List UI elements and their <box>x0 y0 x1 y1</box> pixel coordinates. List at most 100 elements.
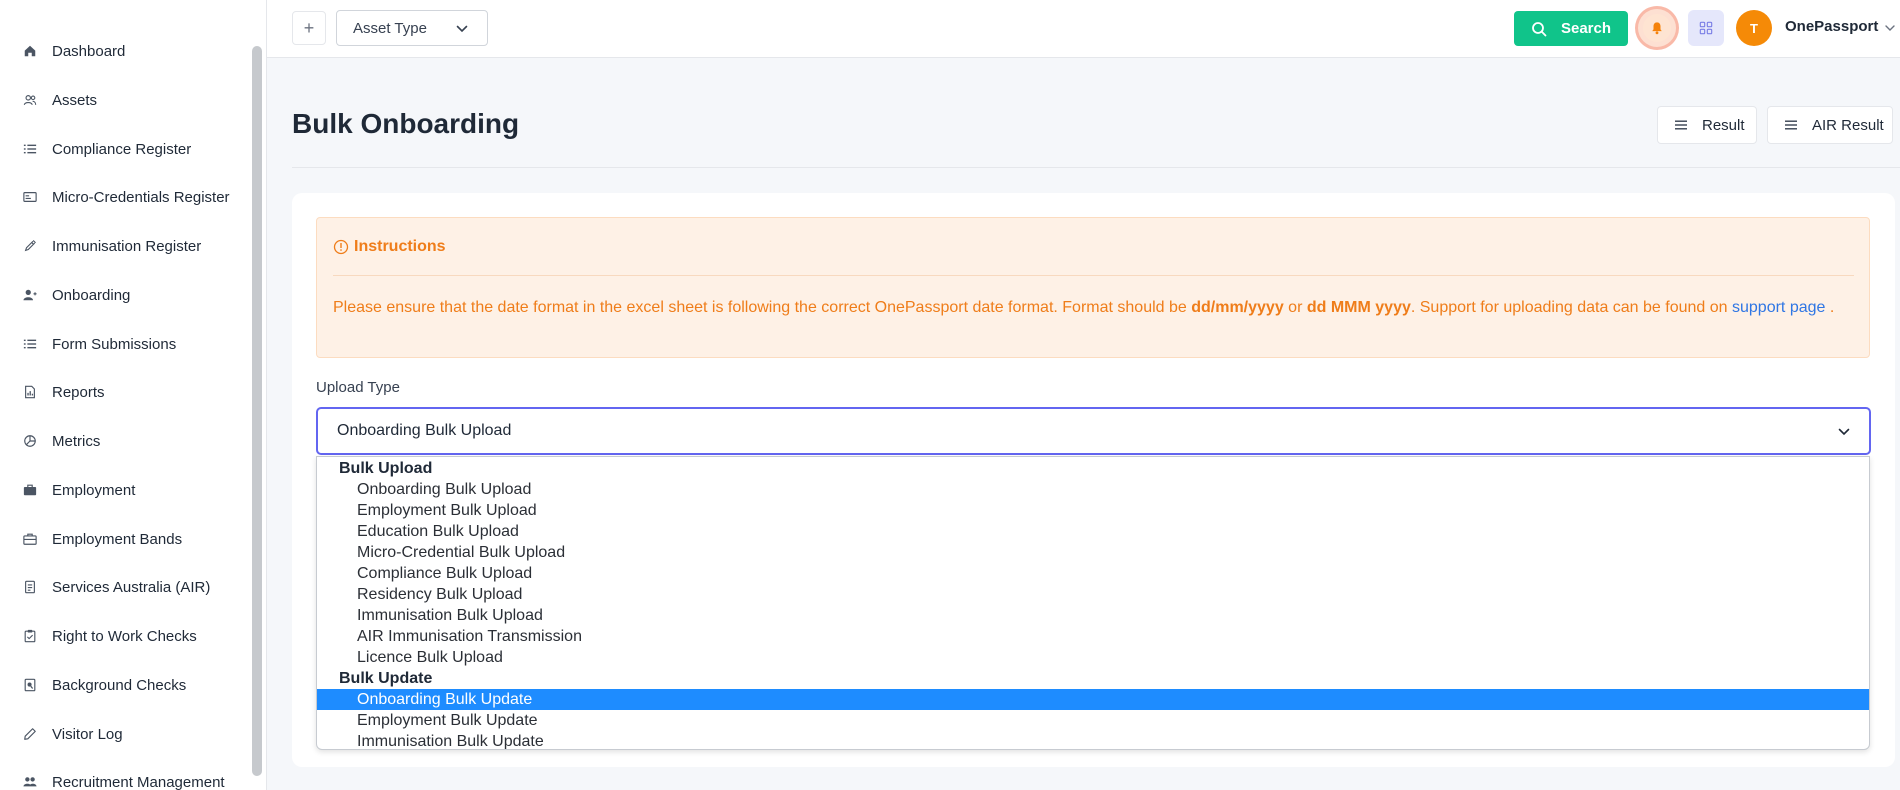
sidebar-scrollbar[interactable] <box>252 46 262 776</box>
home-icon <box>22 43 38 59</box>
instructions-text: Please ensure that the date format in th… <box>333 294 1863 321</box>
instructions-text-part: Please ensure that the date format in th… <box>333 299 1192 316</box>
option-micro-credential-bulk-upload[interactable]: Micro-Credential Bulk Upload <box>317 542 1869 563</box>
upload-type-select[interactable]: Onboarding Bulk Upload <box>316 407 1871 455</box>
sidebar-item-immunisation-register[interactable]: Immunisation Register <box>0 226 255 266</box>
sidebar-item-form-submissions[interactable]: Form Submissions <box>0 324 255 364</box>
sidebar-item-label: Form Submissions <box>52 335 177 353</box>
sidebar-item-label: Services Australia (AIR) <box>52 578 211 596</box>
header-divider <box>292 167 1900 168</box>
option-immunisation-bulk-update[interactable]: Immunisation Bulk Update <box>317 731 1869 749</box>
sidebar-item-label: Onboarding <box>52 286 131 304</box>
optgroup-bulk-update: Bulk Update <box>339 670 433 687</box>
instructions-text-part: . Support for uploading data can be foun… <box>1410 299 1732 316</box>
option-compliance-bulk-upload[interactable]: Compliance Bulk Upload <box>317 563 1869 584</box>
instructions-text-part: or <box>1283 299 1307 316</box>
date-format-2: dd MMM yyyy <box>1306 299 1411 316</box>
search-icon <box>1532 21 1547 36</box>
support-page-link[interactable]: support page <box>1732 299 1825 316</box>
sidebar-item-reports[interactable]: Reports <box>0 372 255 412</box>
user-plus-icon <box>22 287 38 303</box>
sidebar-item-compliance-register[interactable]: Compliance Register <box>0 129 255 169</box>
air-result-button-label: AIR Result <box>1812 116 1884 134</box>
topbar: + Asset Type Search T OnePassport <box>267 0 1900 58</box>
option-employment-bulk-upload[interactable]: Employment Bulk Upload <box>317 500 1869 521</box>
sidebar-item-employment-bands[interactable]: Employment Bands <box>0 519 255 559</box>
instructions-text-part: . <box>1825 299 1835 316</box>
chevron-down-icon[interactable] <box>1884 22 1896 34</box>
sidebar-item-onboarding[interactable]: Onboarding <box>0 275 255 315</box>
pencil-icon <box>22 726 38 742</box>
sidebar-item-label: Right to Work Checks <box>52 627 197 645</box>
apps-grid-button[interactable] <box>1688 10 1724 46</box>
clipboard-check-icon <box>22 628 38 644</box>
briefcase-outline-icon <box>22 531 38 547</box>
sidebar-item-dashboard[interactable]: Dashboard <box>0 31 255 71</box>
sidebar-item-label: Background Checks <box>52 676 187 694</box>
list-icon <box>22 336 38 352</box>
sidebar-item-label: Reports <box>52 383 105 401</box>
sidebar-item-label: Immunisation Register <box>52 237 202 255</box>
upload-type-value: Onboarding Bulk Upload <box>337 422 512 439</box>
asset-type-select[interactable]: Asset Type <box>336 10 488 46</box>
sidebar-item-recruitment-management[interactable]: Recruitment Management <box>0 762 255 790</box>
upload-type-label: Upload Type <box>316 379 400 396</box>
chevron-down-icon <box>1838 428 1850 436</box>
sidebar-item-label: Compliance Register <box>52 140 192 158</box>
sidebar-item-label: Employment <box>52 481 136 499</box>
avatar[interactable]: T <box>1736 10 1772 46</box>
sidebar-item-micro-credentials-register[interactable]: Micro-Credentials Register <box>0 177 255 217</box>
sidebar-item-label: Recruitment Management <box>52 773 225 790</box>
air-result-button[interactable]: AIR Result <box>1767 106 1893 144</box>
info-circle-icon <box>333 239 349 255</box>
instructions-alert: Instructions Please ensure that the date… <box>316 217 1870 358</box>
sidebar-item-employment[interactable]: Employment <box>0 470 255 510</box>
date-format-1: dd/mm/yyyy <box>1191 299 1284 316</box>
instructions-divider <box>333 275 1854 276</box>
instructions-title: Instructions <box>333 238 446 256</box>
menu-lines-icon <box>1675 120 1687 130</box>
list-icon <box>22 141 38 157</box>
optgroup-bulk-upload: Bulk Upload <box>339 460 433 477</box>
file-search-icon <box>22 677 38 693</box>
sidebar-item-label: Metrics <box>52 432 101 450</box>
sidebar-item-assets[interactable]: Assets <box>0 80 255 120</box>
users-group-icon <box>22 774 38 790</box>
notifications-button[interactable] <box>1638 9 1676 47</box>
syringe-icon <box>22 238 38 254</box>
option-air-immunisation-transmission[interactable]: AIR Immunisation Transmission <box>317 626 1869 647</box>
option-licence-bulk-upload[interactable]: Licence Bulk Upload <box>317 647 1869 668</box>
file-report-icon <box>22 384 38 400</box>
option-immunisation-bulk-upload[interactable]: Immunisation Bulk Upload <box>317 605 1869 626</box>
option-onboarding-bulk-upload[interactable]: Onboarding Bulk Upload <box>317 479 1869 500</box>
sidebar-item-label: Micro-Credentials Register <box>52 188 230 206</box>
add-button[interactable]: + <box>292 11 326 45</box>
document-icon <box>22 579 38 595</box>
sidebar-item-services-australia-air[interactable]: Services Australia (AIR) <box>0 567 255 607</box>
sidebar-item-right-to-work-checks[interactable]: Right to Work Checks <box>0 616 255 656</box>
account-name[interactable]: OnePassport <box>1785 18 1878 35</box>
menu-lines-icon <box>1785 120 1797 130</box>
sidebar-item-metrics[interactable]: Metrics <box>0 421 255 461</box>
upload-type-dropdown: Bulk Upload Onboarding Bulk Upload Emplo… <box>316 456 1870 750</box>
search-button[interactable]: Search <box>1514 11 1628 46</box>
result-button-label: Result <box>1702 116 1745 134</box>
briefcase-icon <box>22 482 38 498</box>
sidebar-item-label: Visitor Log <box>52 725 123 743</box>
option-education-bulk-upload[interactable]: Education Bulk Upload <box>317 521 1869 542</box>
chevron-down-icon <box>456 25 468 33</box>
id-card-icon <box>22 189 38 205</box>
sidebar-item-background-checks[interactable]: Background Checks <box>0 665 255 705</box>
sidebar-item-label: Dashboard <box>52 42 126 60</box>
page-title: Bulk Onboarding <box>292 108 520 139</box>
result-button[interactable]: Result <box>1657 106 1757 144</box>
sidebar-item-label: Assets <box>52 91 98 109</box>
sidebar-item-visitor-log[interactable]: Visitor Log <box>0 714 255 754</box>
grid-icon <box>1699 21 1713 35</box>
instructions-title-text: Instructions <box>354 238 446 255</box>
bell-icon <box>1652 22 1662 35</box>
users-icon <box>22 92 38 108</box>
option-residency-bulk-upload[interactable]: Residency Bulk Upload <box>317 584 1869 605</box>
option-employment-bulk-update[interactable]: Employment Bulk Update <box>317 710 1869 731</box>
option-onboarding-bulk-update[interactable]: Onboarding Bulk Update <box>317 689 1869 710</box>
